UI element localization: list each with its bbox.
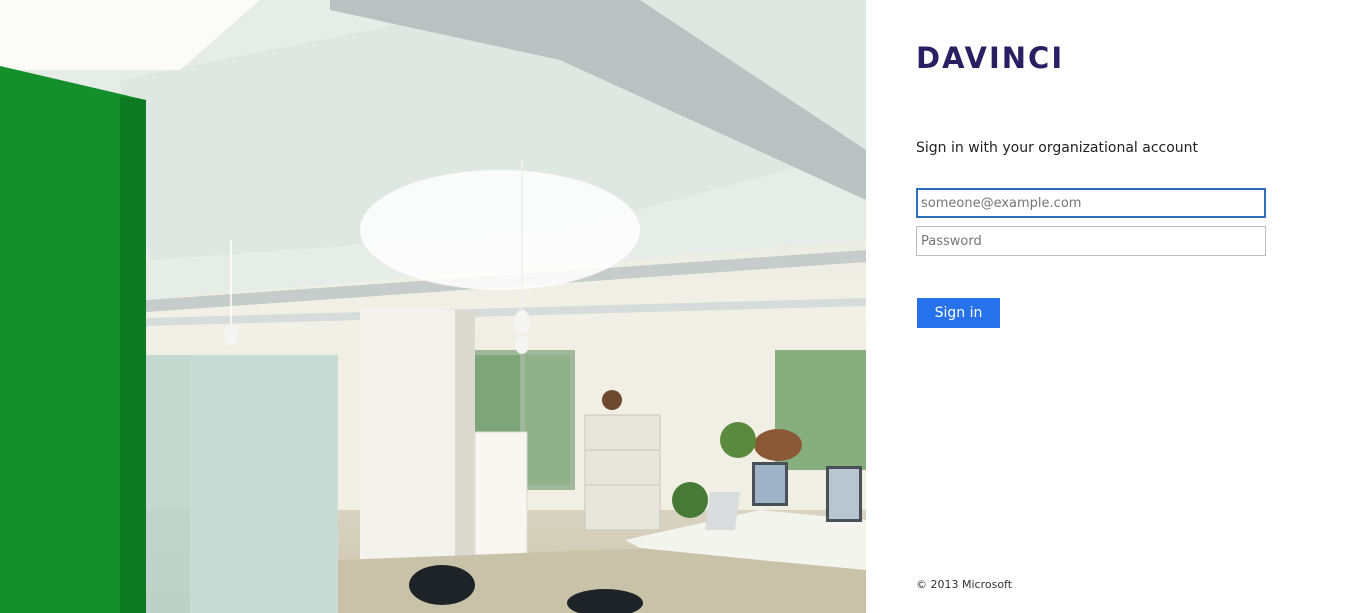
sign-in-page: DAVINCI Sign in with your organizational…	[0, 0, 1366, 613]
brand-logo: DAVINCI	[916, 41, 1065, 75]
sign-in-button[interactable]: Sign in	[917, 298, 1000, 328]
office-photo-image	[0, 0, 866, 613]
sign-in-panel: DAVINCI Sign in with your organizational…	[866, 0, 1366, 613]
illustration-photo	[0, 0, 866, 613]
email-field[interactable]	[916, 188, 1266, 218]
sign-in-instructions: Sign in with your organizational account	[916, 140, 1199, 156]
copyright-footer: © 2013 Microsoft	[916, 578, 1013, 591]
password-field[interactable]	[916, 226, 1266, 256]
